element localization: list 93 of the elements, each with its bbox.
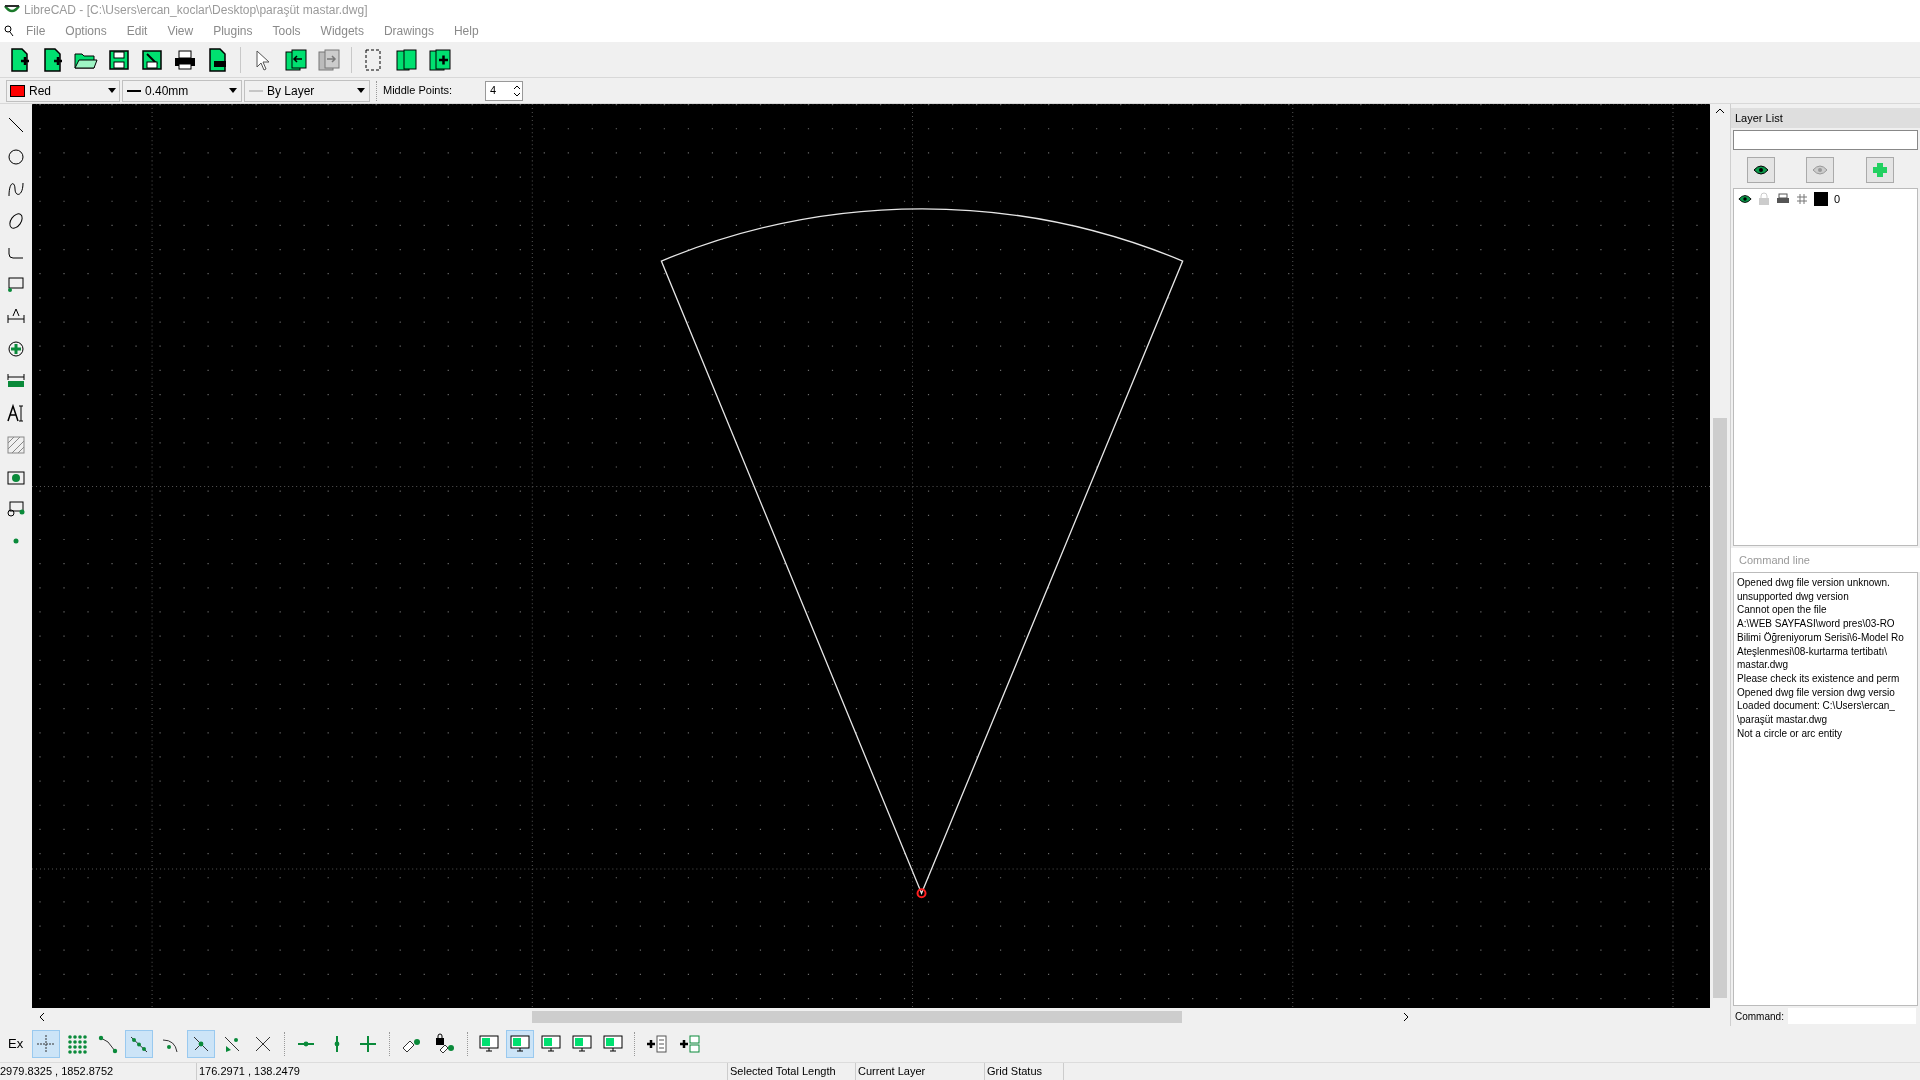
command-output-line: Not a circle or arc entity [1737, 726, 1844, 741]
line-points-icon [129, 1034, 150, 1054]
current-layer-label: Current Layer [855, 1063, 984, 1080]
command-output-line: Ateşlenmesi\08-kurtarma tertibatı\ [1737, 644, 1889, 659]
snap-toggle-button[interactable] [125, 1030, 154, 1058]
command-prompt-label: Command: [1735, 1009, 1784, 1024]
menu-item[interactable]: Plugins [205, 22, 261, 40]
layer-filter-field[interactable] [1733, 130, 1918, 150]
plus-document-icon [9, 47, 31, 72]
monitor-icon [541, 1035, 562, 1053]
plus-icon [1872, 162, 1889, 178]
menu-item[interactable]: Edit [118, 22, 156, 40]
command-output-line: unsupported dwg version [1737, 589, 1850, 604]
command-output-line: \paraşüt mastar.dwg [1737, 713, 1829, 727]
line-type-label: By Layer [267, 82, 316, 100]
plus-document-icon [42, 47, 64, 72]
dashed-rectangle-icon [364, 47, 384, 72]
menu-item[interactable]: Help [445, 22, 487, 40]
layer-list-title: Layer List [1731, 108, 1920, 128]
dropdown-caret-icon [357, 88, 365, 93]
command-output-line: Bilimi Öğreniyorum Serisi\6-Model Ro [1737, 630, 1905, 645]
relative-coordinates: 176.2971 , 138.2479 [196, 1063, 404, 1080]
absolute-coordinates: 2979.8325 , 1852.8752 [0, 1064, 115, 1080]
layer-name: 0 [1834, 191, 1841, 207]
origin-marker [916, 888, 927, 899]
menu-item[interactable]: Widgets [312, 22, 372, 40]
hash-icon [1796, 193, 1808, 205]
command-output-line: mastar.dwg [1737, 658, 1790, 672]
move-circle-icon [6, 339, 26, 359]
scroll-left-icon [38, 1012, 46, 1022]
ellipse-icon [6, 211, 26, 231]
diagonal-line-icon [6, 115, 26, 135]
line-width-dropdown[interactable]: 0.40mm [122, 79, 242, 102]
snap-toggle-button[interactable] [187, 1030, 216, 1058]
color-label: Red [29, 82, 52, 100]
grid-status-label: Grid Status [984, 1063, 1064, 1080]
selected-total-length-label: Selected Total Length [727, 1063, 855, 1080]
plus-boxes-icon [679, 1034, 702, 1054]
command-output-line: A:\WEB SAYFASI\word pres\03-RO [1737, 617, 1896, 631]
pages-right-arrow-icon [317, 47, 341, 72]
text-cursor-icon [6, 403, 26, 423]
hatch-icon [6, 435, 26, 455]
scroll-right-icon [1402, 1012, 1410, 1022]
command-output-line: Opened dwg file version unknown. [1737, 576, 1891, 590]
view-toggle-button[interactable] [506, 1030, 535, 1058]
menu-item[interactable]: Options [57, 22, 115, 40]
padlock-point-icon [434, 1033, 457, 1055]
eye-icon [1752, 165, 1769, 175]
ex-label: Ex [8, 1035, 24, 1054]
command-output-line: Loaded document: C:\Users\ercan_ [1737, 699, 1896, 714]
monitor-icon [572, 1035, 593, 1053]
command-line-title: Command line [1731, 548, 1920, 572]
layer-row[interactable]: 0 [1734, 189, 1917, 209]
dot-grid-icon [67, 1034, 88, 1054]
show-all-layers-button[interactable] [1746, 157, 1775, 183]
command-output-line: Cannot open the file [1737, 603, 1828, 618]
printer-icon [1776, 193, 1790, 205]
pages-plus-icon [428, 47, 452, 72]
select-rectangle-icon [6, 275, 26, 295]
magnifier-icon [4, 25, 14, 37]
pages-left-arrow-icon [284, 47, 308, 72]
dropdown-caret-icon [108, 88, 116, 93]
line-type-dropdown[interactable]: By Layer [244, 79, 370, 102]
window-title: LibreCAD - [C:\Users\ercan_koclar\Desktop\paraşüt mastar.dwg] [24, 2, 368, 19]
pointer-arrow-icon [255, 48, 271, 71]
dropdown-caret-icon [229, 88, 237, 93]
menu-item[interactable]: View [159, 22, 202, 40]
spinbox-value: 4 [489, 83, 498, 99]
document-printer-icon [207, 47, 229, 72]
middle-points-label: Middle Points: [383, 83, 454, 99]
plus-list-icon [646, 1034, 669, 1054]
circle-icon [6, 147, 26, 167]
command-output-line: Opened dwg file version dwg versio [1737, 685, 1896, 700]
cross-lines-icon [358, 1034, 379, 1054]
line-width-label: 0.40mm [145, 82, 190, 100]
monitor-icon [603, 1035, 624, 1053]
color-dropdown[interactable]: Red [6, 79, 120, 102]
crosshair-icon [36, 1034, 57, 1054]
menu-item[interactable]: Tools [264, 22, 309, 40]
line-endpoints-icon [98, 1034, 119, 1054]
printer-icon [173, 48, 197, 71]
two-pages-icon [395, 47, 419, 72]
monitor-icon [479, 1035, 500, 1053]
menu-item[interactable]: Drawings [375, 22, 442, 40]
hide-all-layers-button[interactable] [1806, 157, 1835, 183]
eye-icon [1812, 165, 1829, 175]
monitor-icon [510, 1035, 531, 1053]
block-icon [6, 499, 26, 519]
middle-points-spinbox[interactable]: 4 [485, 80, 523, 101]
snap-toggle-button[interactable] [32, 1030, 61, 1058]
command-output-line: Please check its existence and perm [1737, 671, 1901, 686]
menu-item[interactable]: File [18, 22, 54, 40]
vertical-line-icon [334, 1035, 341, 1053]
